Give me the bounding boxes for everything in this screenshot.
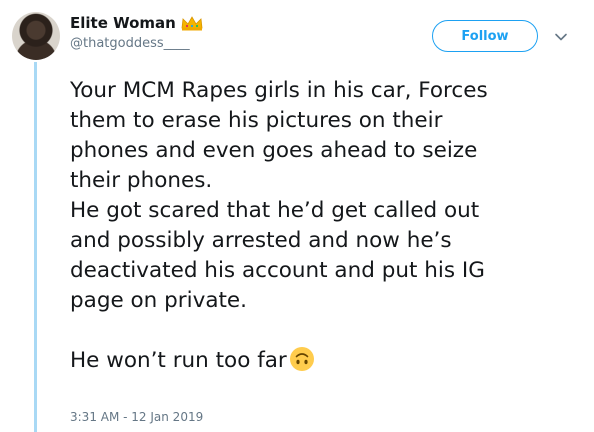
display-name[interactable]: Elite Woman	[70, 14, 176, 32]
chevron-down-icon[interactable]	[554, 30, 568, 44]
tweet-body: Your MCM Rapes girls in his car, Forces …	[70, 78, 488, 373]
user-handle[interactable]: @thatgoddess____	[70, 36, 190, 51]
follow-button[interactable]: Follow	[432, 20, 538, 52]
tweet-text: Your MCM Rapes girls in his car, Forces …	[70, 76, 570, 376]
thread-connector-line	[34, 62, 37, 432]
upside-down-face-icon	[289, 347, 314, 371]
avatar[interactable]	[12, 12, 60, 60]
tweet-timestamp[interactable]: 3:31 AM - 12 Jan 2019	[70, 410, 203, 424]
user-name-row: Elite Woman	[70, 14, 204, 32]
crown-icon	[181, 16, 203, 31]
